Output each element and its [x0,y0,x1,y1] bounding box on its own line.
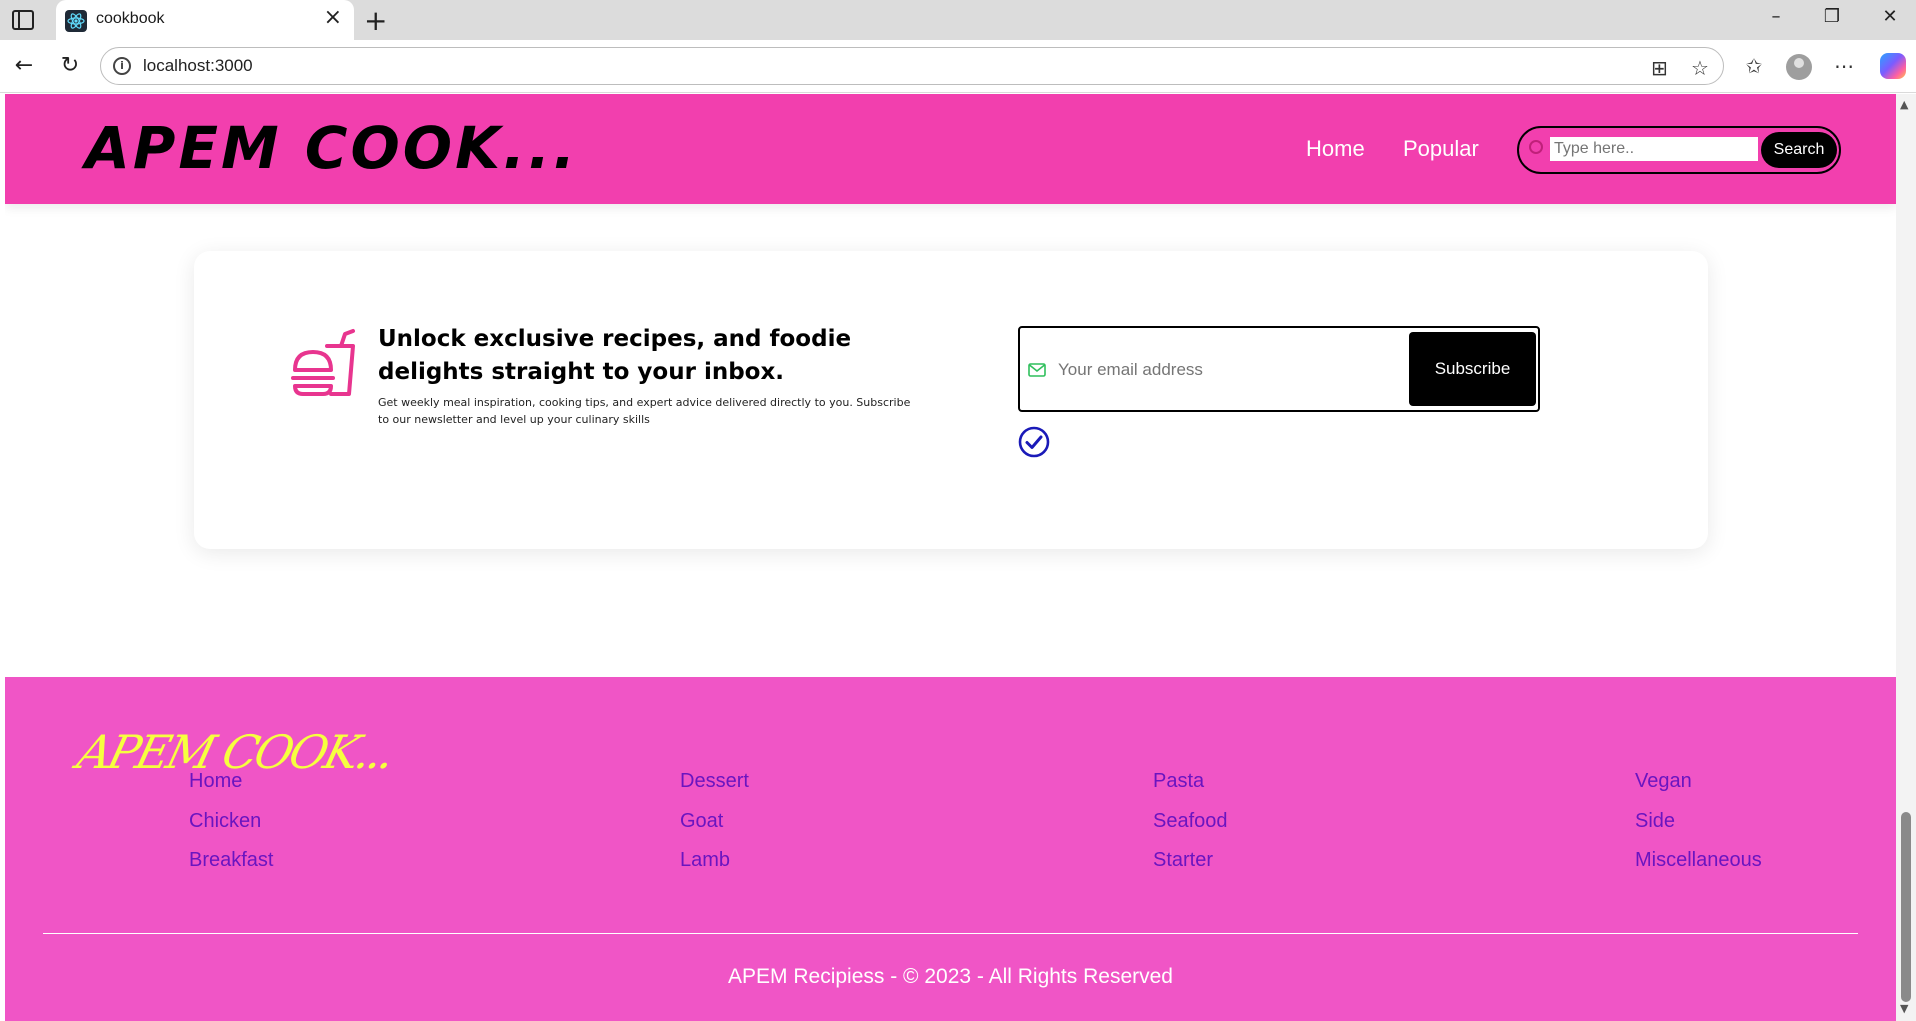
search-input[interactable] [1550,137,1758,161]
search-icon [1529,140,1543,154]
newsletter-title: Unlock exclusive recipes, and foodie del… [378,326,852,385]
site-header: APEM COOK... Home Popular Search [5,94,1896,204]
scroll-down-icon[interactable]: ▼ [1900,1002,1908,1015]
new-tab-icon[interactable]: + [364,4,387,37]
footer-link-chicken[interactable]: Chicken [189,810,261,833]
footer-link-vegan[interactable]: Vegan [1635,770,1692,793]
url-text: localhost:3000 [143,56,253,75]
newsletter-card: Unlock exclusive recipes, and foodie del… [194,251,1708,549]
profile-avatar-icon[interactable] [1786,54,1812,80]
nav-popular[interactable]: Popular [1403,136,1479,162]
footer-divider [43,933,1858,934]
nav-home[interactable]: Home [1306,136,1365,162]
browser-tab-strip: cookbook × + – ❐ ✕ [0,0,1916,40]
window-close-icon[interactable]: ✕ [1870,6,1910,34]
footer-link-goat[interactable]: Goat [680,810,723,833]
tab-close-icon[interactable]: × [324,7,342,29]
reload-icon[interactable]: ↻ [54,50,86,82]
mail-icon [1028,363,1046,377]
burger-drink-icon [291,329,355,396]
subscribe-button[interactable]: Subscribe [1409,332,1536,406]
minimize-icon[interactable]: – [1756,6,1796,34]
newsletter-description: Get weekly meal inspiration, cooking tip… [378,396,911,426]
search-form: Search [1517,126,1841,174]
site-logo[interactable]: APEM COOK... [85,114,578,182]
react-favicon-icon [65,10,87,32]
footer-link-breakfast[interactable]: Breakfast [189,849,273,872]
scroll-up-icon[interactable]: ▲ [1900,98,1908,111]
more-menu-icon[interactable]: ⋯ [1830,52,1858,80]
site-info-icon[interactable]: i [113,57,131,75]
favorite-star-icon[interactable]: ☆ [1691,56,1709,80]
favorites-icon[interactable]: ✩ [1740,52,1768,80]
check-circle-icon [1018,426,1050,458]
back-icon[interactable]: ← [8,50,40,82]
footer-link-home[interactable]: Home [189,770,242,793]
address-bar[interactable]: i localhost:3000 ⊞ ☆ [100,47,1724,85]
search-button[interactable]: Search [1761,132,1837,168]
page-scrollbar[interactable]: ▲ ▼ [1896,94,1916,1021]
browser-tab[interactable]: cookbook × [56,0,354,40]
footer-link-lamb[interactable]: Lamb [680,849,730,872]
footer-link-dessert[interactable]: Dessert [680,770,749,793]
sidebar-toggle-icon[interactable] [12,10,34,30]
page-viewport: APEM COOK... Home Popular Search Unlock … [5,94,1896,1021]
footer-link-pasta[interactable]: Pasta [1153,770,1204,793]
browser-toolbar: ← ↻ i localhost:3000 ⊞ ☆ ✩ ⋯ [0,40,1916,93]
restore-icon[interactable]: ❐ [1812,6,1852,34]
scrollbar-thumb[interactable] [1901,812,1911,1002]
email-input[interactable] [1056,350,1356,390]
footer-link-miscellaneous[interactable]: Miscellaneous [1635,849,1762,872]
site-footer: APEM COOK... Home Chicken Breakfast Dess… [5,677,1896,1021]
footer-link-seafood[interactable]: Seafood [1153,810,1228,833]
footer-link-starter[interactable]: Starter [1153,849,1213,872]
app-install-icon[interactable]: ⊞ [1651,56,1668,80]
footer-link-side[interactable]: Side [1635,810,1675,833]
subscribe-form: Subscribe [1018,326,1540,412]
copilot-icon[interactable] [1880,53,1906,79]
copyright-text: APEM Recipiess - © 2023 - All Rights Res… [728,965,1173,988]
tab-title: cookbook [96,10,165,27]
